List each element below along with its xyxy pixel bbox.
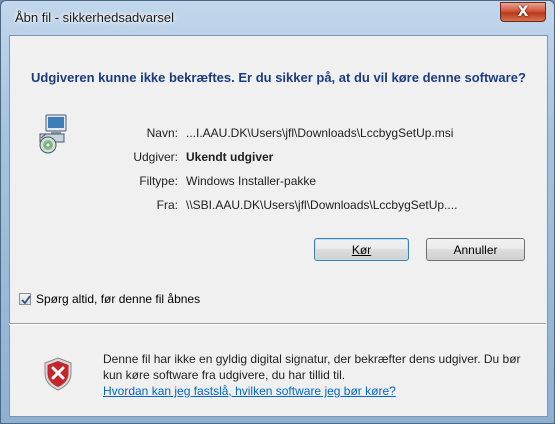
installer-package-icon xyxy=(39,114,67,154)
separator xyxy=(9,323,546,325)
run-button-label: Kør xyxy=(351,242,372,257)
field-value: ...I.AAU.DK\Users\jfl\Downloads\LccbygSe… xyxy=(186,126,454,140)
warning-text: Denne fil har ikke en gyldig digital sig… xyxy=(103,352,521,382)
field-value: Windows Installer-pakke xyxy=(186,174,317,188)
field-label: Udgiver: xyxy=(133,150,178,164)
always-ask-label[interactable]: Spørg altid, før denne fil åbnes xyxy=(36,292,200,306)
field-label: Navn: xyxy=(146,126,178,140)
window-title: Åbn fil - sikkerhedsadvarsel xyxy=(15,10,174,25)
run-button[interactable]: Kør xyxy=(314,238,409,261)
close-icon[interactable]: X xyxy=(518,4,529,20)
cancel-button-label: Annuller xyxy=(453,242,498,257)
close-button[interactable]: X xyxy=(500,2,546,22)
security-warning-shield-icon xyxy=(44,357,72,391)
warning-message: Denne fil har ikke en gyldig digital sig… xyxy=(103,351,543,399)
field-value: \\SBI.AAU.DK\Users\jfl\Downloads\LccbygS… xyxy=(186,198,458,212)
field-label: Fra: xyxy=(156,198,178,212)
warning-heading-text: Udgiveren kunne ikke bekræftes. Er du si… xyxy=(31,70,526,85)
help-link[interactable]: Hvordan kan jeg fastslå, hvilken softwar… xyxy=(103,384,396,398)
field-value: Ukendt udgiver xyxy=(186,150,274,164)
title-bar[interactable]: Åbn fil - sikkerhedsadvarsel X xyxy=(1,1,554,35)
always-ask-option[interactable]: Spørg altid, før denne fil åbnes xyxy=(19,291,200,307)
field-label: Filtype: xyxy=(139,174,178,188)
cancel-button[interactable]: Annuller xyxy=(426,238,525,261)
checkmark-icon xyxy=(21,295,31,305)
always-ask-checkbox[interactable] xyxy=(19,293,31,305)
